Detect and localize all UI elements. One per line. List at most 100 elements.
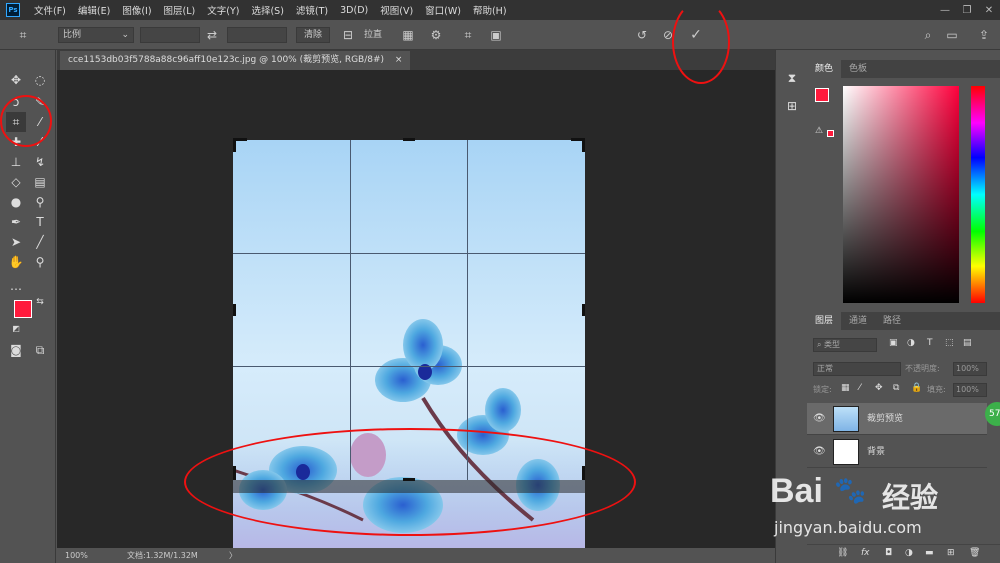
annotation-ellipse-crop-tool — [0, 95, 52, 147]
tab-channels[interactable]: 通道 — [841, 312, 875, 330]
filter-type-icon[interactable]: T — [927, 338, 933, 348]
line-tool-icon[interactable]: ╱ — [30, 232, 50, 252]
crop-handle-right[interactable] — [582, 304, 585, 316]
delete-layer-icon[interactable]: 🗑 — [969, 548, 980, 558]
visibility-eye-icon[interactable]: 👁 — [813, 403, 826, 435]
menu-image[interactable]: 图像(I) — [116, 3, 157, 17]
menu-help[interactable]: 帮助(H) — [467, 3, 513, 17]
more-tools-icon[interactable]: … — [6, 276, 26, 296]
overlay-grid-icon[interactable]: ▦ — [400, 27, 416, 43]
menu-window[interactable]: 窗口(W) — [419, 3, 467, 17]
close-tab-icon[interactable]: × — [395, 55, 403, 65]
ratio-select[interactable]: 比例 ⌄ — [58, 27, 134, 43]
lock-move-icon[interactable]: ✥ — [875, 383, 883, 393]
blur-tool-icon[interactable]: ● — [6, 192, 26, 212]
straighten-label[interactable]: 拉直 — [364, 27, 382, 43]
properties-panel-icon[interactable]: ⊞ — [782, 96, 802, 116]
swap-icon[interactable]: ⇄ — [204, 27, 220, 43]
filter-smart-icon[interactable]: ▤ — [963, 338, 972, 348]
options-bar: ⌗ 比例 ⌄ ⇄ 清除 ⊟ 拉直 ▦ ⚙ ⌗ ▣ ↺ ⊘ ✓ ⌕ ▭ ⇪ — [0, 20, 1000, 50]
menu-select[interactable]: 选择(S) — [245, 3, 289, 17]
marquee-tool-icon[interactable]: ◌ — [30, 70, 50, 90]
menu-file[interactable]: 文件(F) — [28, 3, 72, 17]
hue-slider[interactable] — [971, 86, 985, 303]
height-input[interactable] — [227, 27, 287, 43]
history-panel-icon[interactable]: ⧗ — [782, 68, 802, 88]
tab-paths[interactable]: 路径 — [875, 312, 909, 330]
clear-button[interactable]: 清除 — [296, 27, 330, 43]
add-mask-icon[interactable]: ◘ — [885, 548, 892, 558]
opacity-input[interactable]: 100% — [953, 362, 987, 376]
workspace-icon[interactable]: ▭ — [944, 27, 960, 43]
gear-icon[interactable]: ⚙ — [428, 27, 444, 43]
menu-filter[interactable]: 滤镜(T) — [290, 3, 334, 17]
fx-icon[interactable]: fx — [861, 548, 870, 558]
gamut-warning-icon[interactable]: ⚠ — [815, 126, 823, 136]
adjustment-layer-icon[interactable]: ◑ — [905, 548, 913, 558]
search-icon[interactable]: ⌕ — [920, 27, 936, 43]
fill-label: 填充: — [927, 385, 946, 394]
hand-tool-icon[interactable]: ✋ — [6, 252, 26, 272]
lock-brush-icon[interactable]: ⁄ — [859, 383, 861, 393]
crop-tool-preset-icon[interactable]: ⌗ — [14, 27, 32, 43]
menu-edit[interactable]: 编辑(E) — [72, 3, 116, 17]
foreground-color-swatch[interactable] — [14, 300, 32, 318]
tab-swatches[interactable]: 色板 — [841, 60, 875, 78]
path-select-icon[interactable]: ➤ — [6, 232, 26, 252]
layer-row-background[interactable]: 👁 背景 — [807, 436, 987, 468]
fill-input[interactable]: 100% — [953, 383, 987, 397]
close-window-button[interactable]: ✕ — [978, 0, 1000, 20]
crop-handle-top[interactable] — [403, 138, 415, 141]
swap-colors-icon[interactable]: ⇆ — [34, 296, 46, 308]
type-tool-icon[interactable]: T — [30, 212, 50, 232]
color-picker-field[interactable] — [843, 86, 959, 303]
stamp-tool-icon[interactable]: ⊥ — [6, 152, 26, 172]
width-input[interactable] — [140, 27, 200, 43]
menu-type[interactable]: 文字(Y) — [201, 3, 245, 17]
link-layers-icon[interactable]: ⛓ — [837, 548, 848, 558]
filter-pixel-icon[interactable]: ▣ — [889, 338, 898, 348]
tab-color[interactable]: 颜色 — [807, 60, 842, 78]
lock-transparent-icon[interactable]: ▦ — [841, 383, 850, 393]
filter-shape-icon[interactable]: ⬚ — [945, 338, 954, 348]
pen-tool-icon[interactable]: ✒ — [6, 212, 26, 232]
content-aware-icon[interactable]: ▣ — [488, 27, 504, 43]
gamut-swatch[interactable] — [827, 130, 834, 137]
share-icon[interactable]: ⇪ — [976, 27, 992, 43]
menu-layer[interactable]: 图层(L) — [158, 3, 202, 17]
color-fg-swatch[interactable] — [815, 88, 829, 102]
visibility-eye-icon[interactable]: 👁 — [813, 436, 826, 468]
quick-mask-icon[interactable]: ◙ — [6, 340, 26, 360]
lock-artboard-icon[interactable]: ⧉ — [893, 383, 899, 393]
history-brush-icon[interactable]: ↯ — [30, 152, 50, 172]
straighten-icon[interactable]: ⊟ — [340, 27, 356, 43]
zoom-level[interactable]: 100% — [65, 548, 88, 563]
crop-handle-top-right[interactable] — [582, 138, 585, 152]
minimize-button[interactable]: — — [934, 0, 956, 20]
new-group-icon[interactable]: ▬ — [925, 548, 934, 558]
lock-all-icon[interactable]: 🔒 — [911, 383, 922, 393]
zoom-tool-icon[interactable]: ⚲ — [30, 252, 50, 272]
filter-adjust-icon[interactable]: ◑ — [907, 338, 915, 348]
layer-filter-select[interactable]: ⌕ 类型 — [813, 338, 877, 352]
layer-row-crop-preview[interactable]: 👁 裁剪预览 — [807, 403, 987, 435]
delete-cropped-icon[interactable]: ⌗ — [460, 27, 476, 43]
menu-3d[interactable]: 3D(D) — [334, 5, 374, 16]
default-colors-icon[interactable]: ◩ — [10, 322, 22, 334]
document-tab[interactable]: cce1153db03f5788a88c96aff10e123c.jpg @ 1… — [60, 51, 411, 70]
menu-view[interactable]: 视图(V) — [374, 3, 419, 17]
blend-mode-select[interactable]: 正常 — [813, 362, 901, 376]
gradient-tool-icon[interactable]: ▤ — [30, 172, 50, 192]
new-layer-icon[interactable]: ⊞ — [947, 548, 955, 558]
move-tool-icon[interactable]: ✥ — [6, 70, 26, 90]
tab-layers[interactable]: 图层 — [807, 312, 842, 330]
reset-icon[interactable]: ↺ — [634, 27, 650, 43]
crop-handle-left[interactable] — [233, 304, 236, 316]
status-arrow-icon[interactable]: 〉 — [229, 548, 237, 563]
screen-mode-icon[interactable]: ⧉ — [30, 340, 50, 360]
layers-panel-tabs: 图层 通道 路径 — [807, 312, 1000, 330]
crop-handle-top-left[interactable] — [233, 138, 236, 152]
dodge-tool-icon[interactable]: ⚲ — [30, 192, 50, 212]
eraser-tool-icon[interactable]: ◇ — [6, 172, 26, 192]
restore-button[interactable]: ❐ — [956, 0, 978, 20]
